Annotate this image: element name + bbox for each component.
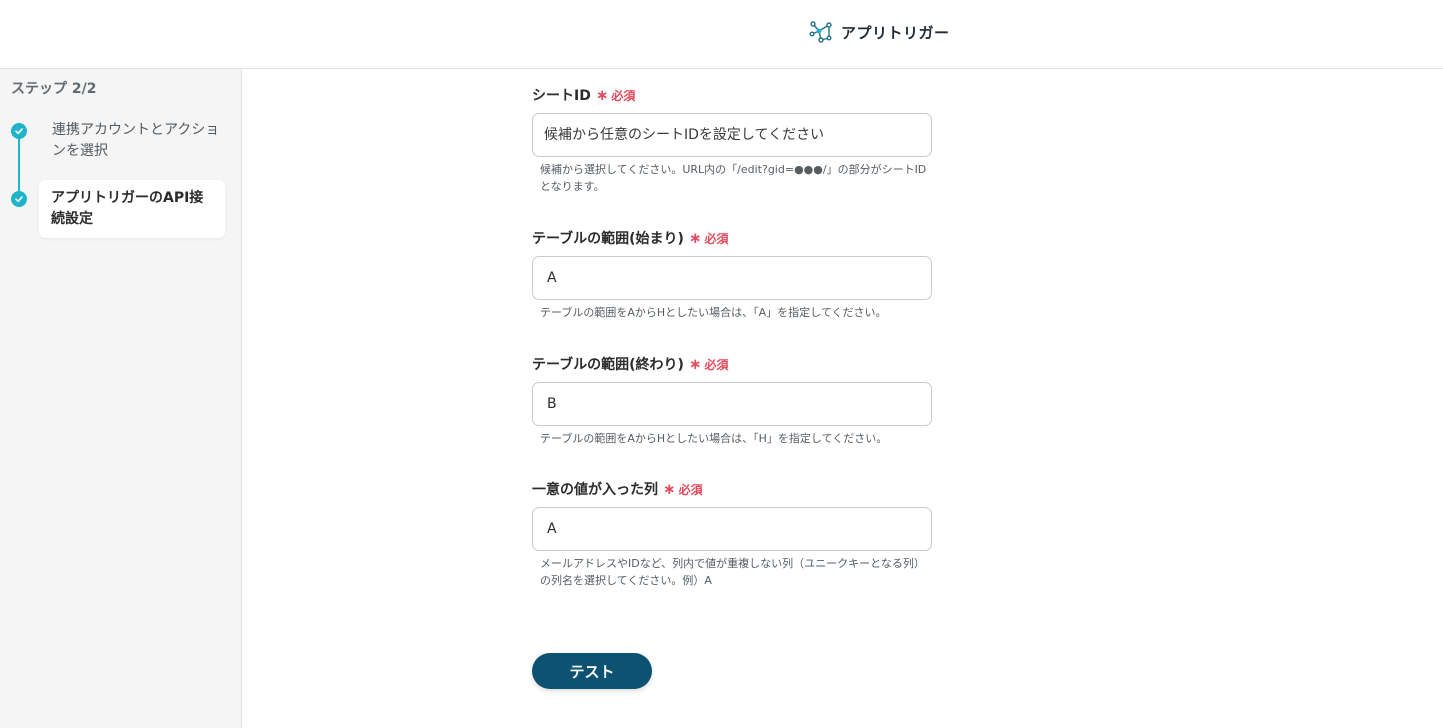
required-badge: 必須 [704, 357, 729, 372]
field-sheet-id: シートID ∗ 必須 候補から選択してください。URL内の「/edit?gid=… [532, 85, 932, 195]
sidebar-step-active[interactable]: アプリトリガーのAPI接続設定 [39, 180, 225, 238]
test-button[interactable]: テスト [532, 653, 652, 689]
field-label-text: 一意の値が入った列 [532, 482, 658, 498]
network-nodes-icon [809, 21, 832, 43]
check-icon [11, 191, 27, 207]
step-connector-line [17, 131, 20, 199]
required-asterisk: ∗ [688, 229, 702, 247]
field-label-text: シートID [532, 88, 591, 104]
unique-column-input[interactable] [532, 507, 932, 551]
required-badge: 必須 [611, 88, 636, 103]
required-asterisk: ∗ [663, 480, 676, 498]
field-help-text: メールアドレスやIDなど、列内で値が重複しない列（ユニークキーとなる列）の列名を… [540, 557, 925, 587]
sidebar-step-api-settings: アプリトリガーのAPI接続設定 [51, 190, 204, 227]
field-help-text: テーブルの範囲をAからHとしたい場合は、「A」を指定してください。 [540, 306, 887, 319]
field-label-text: テーブルの範囲(終わり) [532, 357, 684, 373]
check-icon [11, 123, 27, 139]
field-label-text: テーブルの範囲(始まり) [532, 231, 684, 247]
field-help-text: 候補から選択してください。URL内の「/edit?gid=●●●/」の部分がシー… [540, 163, 927, 193]
field-unique-column: 一意の値が入った列 ∗ 必須 メールアドレスやIDなど、列内で値が重複しない列（… [532, 479, 932, 589]
field-label: テーブルの範囲(始まり) ∗ 必須 [532, 228, 932, 248]
brand-name: アプリトリガー [841, 23, 950, 42]
required-badge: 必須 [704, 231, 729, 246]
sidebar-step-select-account[interactable]: 連携アカウントとアクションを選択 [52, 120, 222, 162]
brand[interactable]: アプリトリガー [809, 20, 950, 44]
required-asterisk: ∗ [595, 86, 609, 104]
field-table-range-start: テーブルの範囲(始まり) ∗ 必須 テーブルの範囲をAからHとしたい場合は、「A… [532, 228, 932, 321]
required-badge: 必須 [678, 482, 703, 497]
field-label: 一意の値が入った列 ∗ 必須 [532, 479, 932, 499]
field-label: シートID ∗ 必須 [532, 85, 932, 105]
step-count: ステップ 2/2 [11, 81, 97, 97]
field-table-range-end: テーブルの範囲(終わり) ∗ 必須 テーブルの範囲をAからHとしたい場合は、「H… [532, 354, 932, 447]
step-sidebar: ステップ 2/2 連携アカウントとアクションを選択 アプリトリガーのAPI接続設… [0, 69, 242, 728]
field-help-text: テーブルの範囲をAからHとしたい場合は、「H」を指定してください。 [540, 432, 888, 445]
required-asterisk: ∗ [688, 355, 702, 373]
main-content: シートID ∗ 必須 候補から選択してください。URL内の「/edit?gid=… [242, 69, 1443, 728]
table-range-end-input[interactable] [532, 382, 932, 426]
field-label: テーブルの範囲(終わり) ∗ 必須 [532, 354, 932, 374]
table-range-start-input[interactable] [532, 256, 932, 300]
app-header: アプリトリガー [0, 0, 1443, 69]
sheet-id-input[interactable] [532, 113, 932, 157]
